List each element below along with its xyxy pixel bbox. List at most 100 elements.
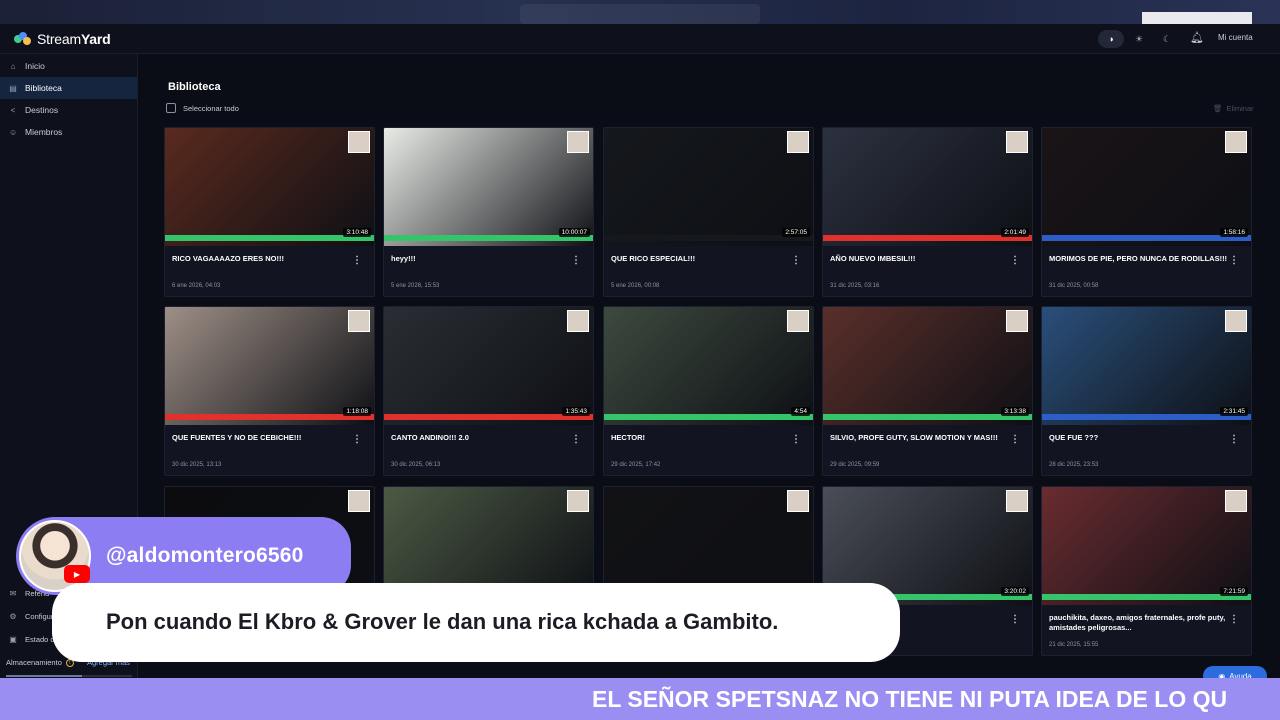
more-options-icon[interactable]: ⋮ — [1229, 256, 1239, 266]
video-card[interactable]: 1:18:08 QUE FUENTES Y NO DE CEBICHE!!! 30 … — [164, 306, 375, 476]
duration-badge: 7:21:59 — [1220, 587, 1248, 596]
video-card[interactable]: 2:57:05 QUE RICO ESPECIAL!!! 5 ene 2026, 0… — [603, 127, 814, 297]
video-thumbnail[interactable]: 2:57:05 — [604, 128, 813, 246]
video-thumbnail[interactable]: 3:10:48 — [165, 128, 374, 246]
video-thumbnail[interactable]: 2:01:49 — [823, 128, 1032, 246]
duration-badge: 2:57:05 — [782, 228, 810, 237]
video-thumbnail[interactable]: 1:58:16 — [1042, 128, 1251, 246]
more-options-icon[interactable]: ⋮ — [571, 435, 581, 445]
bell-icon[interactable]: 🔔︎ — [1190, 31, 1204, 44]
webcam-pip — [348, 490, 370, 512]
video-title: HECTOR! — [611, 433, 646, 442]
video-title: pauchikita, daxeo, amigos fraternales, p… — [1049, 613, 1226, 633]
video-title: QUE FUENTES Y NO DE CEBICHE!!! — [172, 433, 302, 442]
duration-badge: 1:35:43 — [562, 407, 590, 416]
video-title: SILVIO, PROFE GUTY, SLOW MOTION Y MAS!!! — [830, 433, 998, 442]
account-menu[interactable]: Mi cuenta — [1218, 33, 1253, 42]
streamyard-logo[interactable]: StreamYard — [14, 31, 111, 47]
video-date: 6 ene 2026, 04:03 — [172, 283, 221, 289]
duration-badge: 3:13:38 — [1001, 407, 1029, 416]
sidebar-item-inicio[interactable]: ⌂ Inicio — [0, 55, 137, 77]
more-options-icon[interactable]: ⋮ — [571, 256, 581, 266]
video-title: QUE RICO ESPECIAL!!! — [611, 254, 696, 263]
webcam-pip — [1006, 131, 1028, 153]
more-options-icon[interactable]: ⋮ — [1010, 615, 1020, 625]
video-thumbnail[interactable]: 1:35:43 — [384, 307, 593, 425]
background-banner — [520, 4, 760, 24]
video-card[interactable]: 4:54 HECTOR! 29 dic 2025, 17:42 ⋮ — [603, 306, 814, 476]
library-icon: ▤ — [9, 83, 17, 93]
sun-icon[interactable]: ☀ — [1126, 30, 1152, 48]
comment-box: Pon cuando El Kbro & Grover le dan una r… — [52, 583, 900, 662]
webcam-pip — [348, 131, 370, 153]
storage-bar — [6, 675, 132, 677]
video-card[interactable]: 7:21:59 pauchikita, daxeo, amigos fratern… — [1041, 486, 1252, 656]
more-options-icon[interactable]: ⋮ — [1229, 435, 1239, 445]
video-card[interactable]: 3:10:48 RICO VAGAAAAZO ERES NO!!! 6 ene 20… — [164, 127, 375, 297]
video-date: 29 dic 2025, 17:42 — [611, 462, 661, 468]
duration-badge: 2:31:45 — [1220, 407, 1248, 416]
gear-icon: ⚙ — [9, 612, 17, 621]
home-icon: ⌂ — [10, 61, 16, 71]
video-date: 5 ene 2026, 00:08 — [611, 283, 660, 289]
video-title: heyy!!! — [391, 254, 416, 263]
video-date: 5 ene 2026, 15:53 — [391, 283, 440, 289]
more-options-icon[interactable]: ⋮ — [352, 435, 362, 445]
top-app-bar: StreamYard ◑ ☀ ☾ 🔔︎ Mi cuenta — [0, 24, 1280, 54]
duration-badge: 10:00:07 — [558, 228, 590, 237]
video-card[interactable]: 2:31:45 QUE FUE ??? 28 dic 2025, 23:53 ⋮ — [1041, 306, 1252, 476]
video-thumbnail[interactable]: 1:18:08 — [165, 307, 374, 425]
video-date: 30 dic 2025, 13:13 — [172, 462, 222, 468]
webcam-pip — [1225, 310, 1247, 332]
more-options-icon[interactable]: ⋮ — [791, 435, 801, 445]
video-card[interactable]: 10:00:07 heyy!!! 5 ene 2026, 15:53 ⋮ — [383, 127, 594, 297]
video-date: 29 dic 2025, 09:59 — [830, 462, 880, 468]
webcam-pip — [787, 490, 809, 512]
more-options-icon[interactable]: ⋮ — [791, 256, 801, 266]
more-options-icon[interactable]: ⋮ — [352, 256, 362, 266]
sidebar-item-miembros[interactable]: ☺ Miembros — [0, 121, 137, 143]
video-card[interactable]: 1:35:43 CANTO ANDINO!!! 2.0 30 dic 2025, 0… — [383, 306, 594, 476]
trash-icon: 🗑︎ — [1213, 104, 1223, 113]
more-options-icon[interactable]: ⋮ — [1010, 435, 1020, 445]
video-date: 30 dic 2025, 06:13 — [391, 462, 441, 468]
video-thumbnail[interactable]: 10:00:07 — [384, 128, 593, 246]
webcam-pip — [1006, 310, 1028, 332]
video-thumbnail[interactable]: 3:13:38 — [823, 307, 1032, 425]
video-date: 31 dic 2025, 00:58 — [1049, 283, 1099, 289]
webcam-pip — [1225, 490, 1247, 512]
contrast-icon[interactable]: ◑ — [1098, 30, 1124, 48]
video-card[interactable]: 2:01:49 AÑO NUEVO IMBESIL!!! 31 dic 2025, … — [822, 127, 1033, 297]
video-thumbnail[interactable]: 4:54 — [604, 307, 813, 425]
select-all[interactable]: Seleccionar todo — [166, 103, 239, 113]
theme-switcher: ◑ ☀ ☾ — [1098, 30, 1180, 48]
sidebar-item-destinos[interactable]: < Destinos — [0, 99, 137, 121]
duration-badge: 1:18:08 — [343, 407, 371, 416]
video-card[interactable]: 3:13:38 SILVIO, PROFE GUTY, SLOW MOTION Y… — [822, 306, 1033, 476]
ticker-banner: EL SEÑOR SPETSNAZ NO TIENE NI PUTA IDEA … — [0, 678, 1280, 720]
moon-icon[interactable]: ☾ — [1154, 30, 1180, 48]
comment-username: @aldomontero6560 — [106, 544, 304, 567]
more-options-icon[interactable]: ⋮ — [1229, 615, 1239, 625]
more-options-icon[interactable]: ⋮ — [1010, 256, 1020, 266]
video-thumbnail[interactable]: 7:21:59 — [1042, 487, 1251, 605]
people-icon: ☺ — [9, 127, 18, 137]
youtube-icon: ▶ — [64, 565, 90, 583]
video-title: AÑO NUEVO IMBESIL!!! — [830, 254, 916, 263]
webcam-pip — [567, 310, 589, 332]
gift-icon: ✉ — [9, 589, 17, 598]
duration-badge: 3:10:48 — [343, 228, 371, 237]
select-all-checkbox[interactable] — [166, 103, 176, 113]
delete-button[interactable]: 🗑︎ Eliminar — [1213, 104, 1254, 113]
duration-badge: 3:20:02 — [1001, 587, 1029, 596]
video-title: MORIMOS DE PIE, PERO NUNCA DE RODILLAS!!… — [1049, 254, 1228, 263]
ticker-text: EL SEÑOR SPETSNAZ NO TIENE NI PUTA IDEA … — [592, 686, 1228, 712]
duration-badge: 1:58:16 — [1220, 228, 1248, 237]
webcam-pip — [348, 310, 370, 332]
video-title: CANTO ANDINO!!! 2.0 — [391, 433, 469, 442]
video-date: 28 dic 2025, 23:53 — [1049, 462, 1099, 468]
video-date: 31 dic 2025, 03:16 — [830, 283, 880, 289]
sidebar-item-biblioteca[interactable]: ▤ Biblioteca — [0, 77, 137, 99]
video-card[interactable]: 1:58:16 MORIMOS DE PIE, PERO NUNCA DE ROD… — [1041, 127, 1252, 297]
video-thumbnail[interactable]: 2:31:45 — [1042, 307, 1251, 425]
